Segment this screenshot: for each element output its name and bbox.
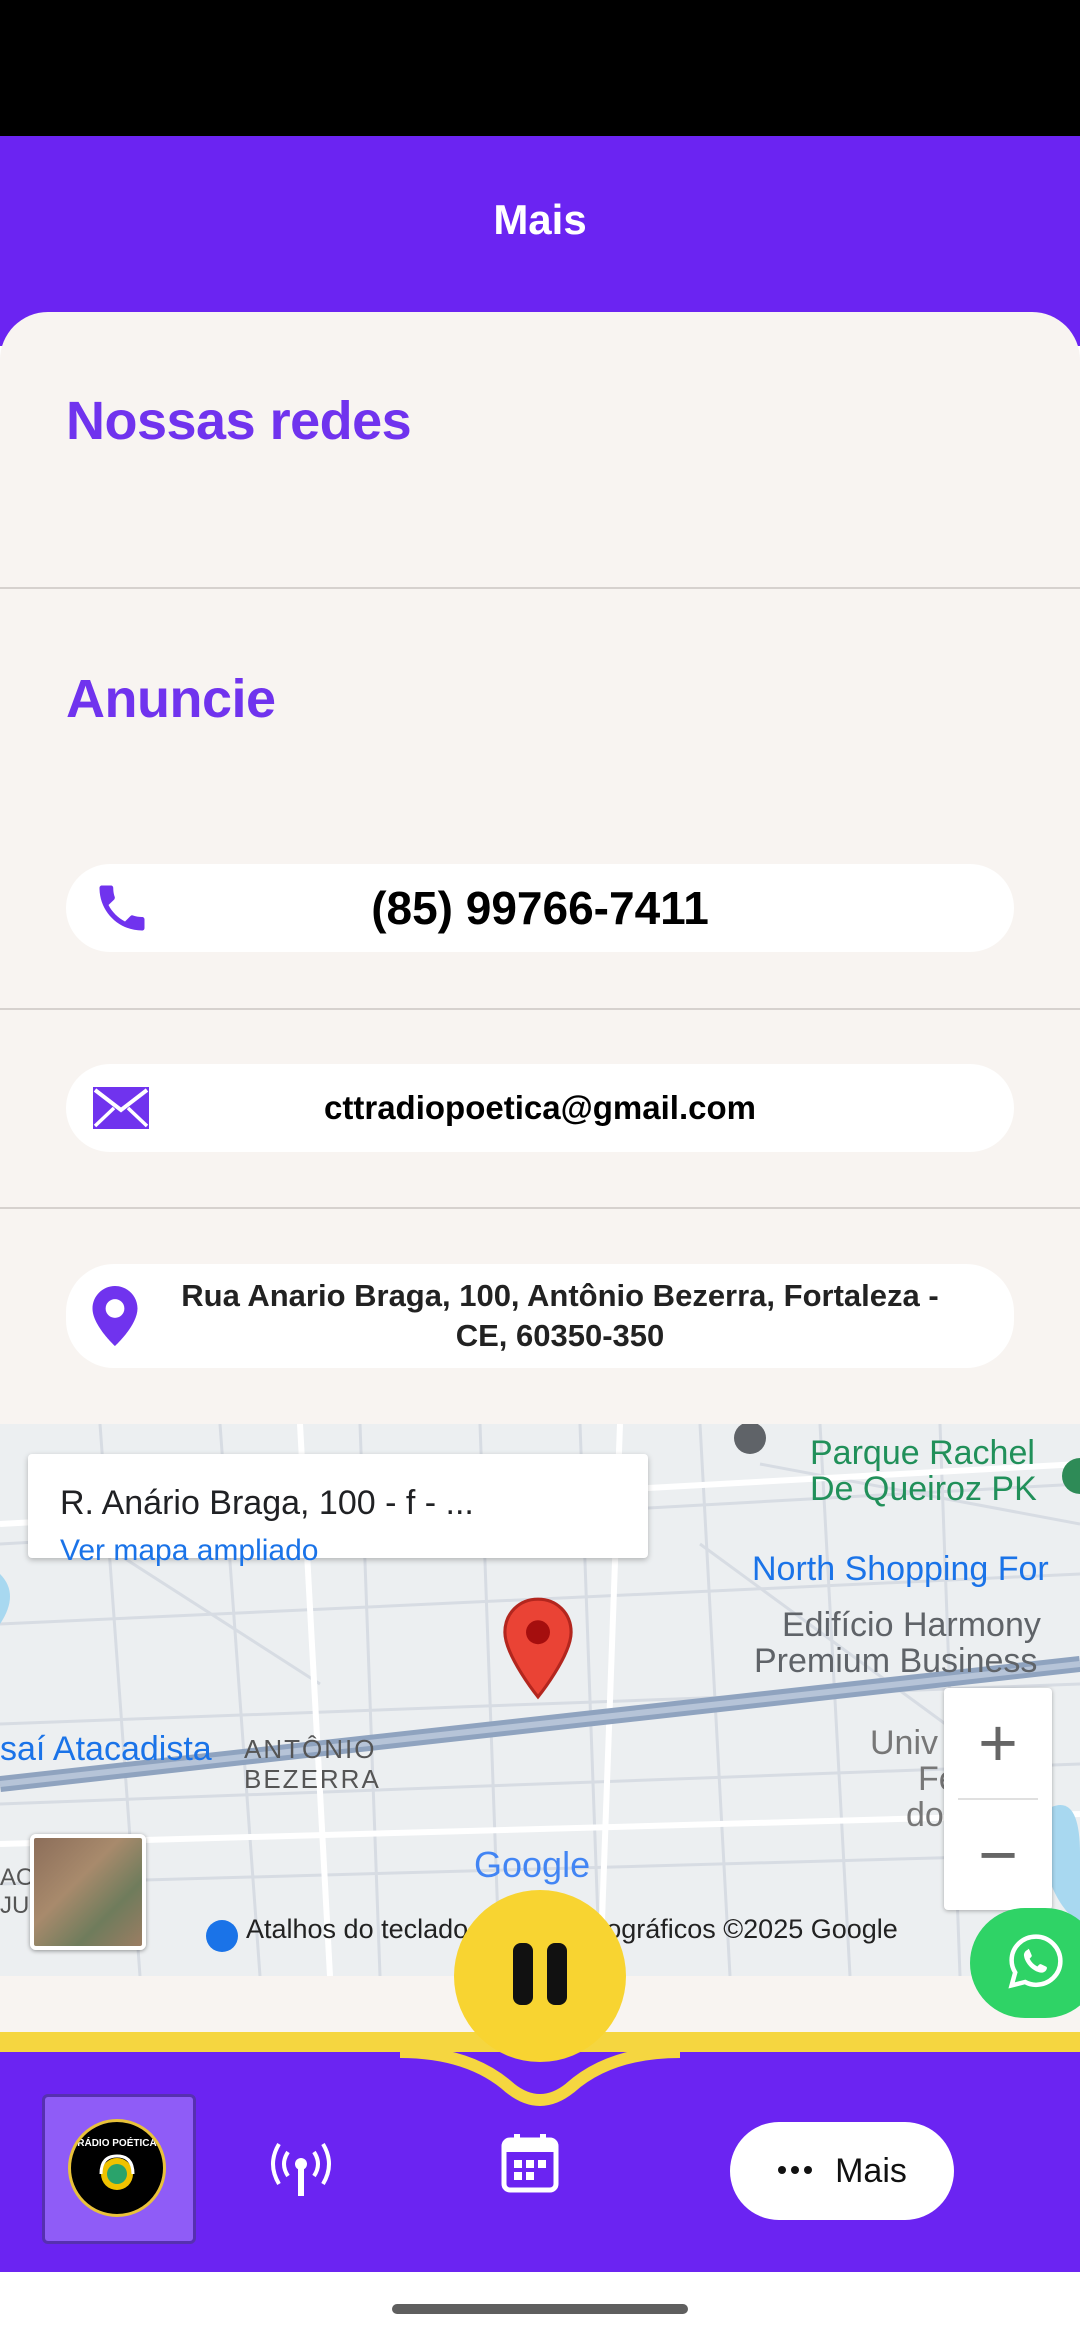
map-info-card: R. Anário Braga, 100 - f - ... Ver mapa … — [28, 1454, 648, 1567]
satellite-toggle[interactable] — [30, 1834, 146, 1950]
nav-item-home[interactable]: RÁDIO POÉTICA — [42, 2094, 196, 2244]
logo-text: RÁDIO POÉTICA — [77, 2136, 156, 2149]
bottom-navigation: RÁDIO POÉTICA Mais — [0, 2048, 1080, 2272]
phone-icon — [92, 878, 152, 938]
zoom-controls: + − — [944, 1688, 1052, 1910]
status-bar — [0, 0, 1080, 136]
phone-number: (85) 99766-7411 — [371, 882, 709, 934]
zoom-in-button[interactable]: + — [944, 1688, 1052, 1798]
map-label: Edifício Harmony — [782, 1606, 1041, 1644]
page-title: Mais — [493, 196, 587, 243]
nav-mais-label: Mais — [835, 2151, 907, 2190]
map-pin-icon — [500, 1596, 576, 1705]
pause-icon — [507, 1941, 573, 2012]
map-label: BEZERRA — [244, 1764, 381, 1794]
pause-button[interactable] — [454, 1890, 626, 2062]
map-label: Univ — [870, 1724, 939, 1762]
map-label: ANTÔNIO — [244, 1734, 377, 1764]
phone-button[interactable]: (85) 99766-7411 — [66, 864, 1014, 952]
location-pin-icon — [92, 1286, 138, 1346]
map-label: Premium Business — [754, 1642, 1038, 1680]
map-label: do — [906, 1796, 944, 1834]
google-logo: Google — [474, 1844, 591, 1885]
zoom-out-button[interactable]: − — [944, 1800, 1052, 1910]
whatsapp-icon — [1006, 1931, 1066, 1996]
email-button[interactable]: cttradiopoetica@gmail.com — [66, 1064, 1014, 1152]
email-address: cttradiopoetica@gmail.com — [324, 1089, 756, 1126]
radio-logo-icon: RÁDIO POÉTICA — [68, 2119, 166, 2217]
more-dots-icon — [777, 2162, 813, 2180]
mail-icon — [92, 1086, 150, 1130]
whatsapp-button[interactable] — [970, 1908, 1080, 2018]
map-card-title: R. Anário Braga, 100 - f - ... — [60, 1484, 474, 1522]
map-label: saí Atacadista — [0, 1730, 212, 1768]
map-label: North Shopping For — [752, 1550, 1049, 1588]
map-open-link[interactable]: Ver mapa ampliado — [60, 1534, 319, 1568]
nav-item-mais[interactable]: Mais — [730, 2122, 954, 2220]
map-label: De Queiroz PK — [810, 1470, 1037, 1508]
divider — [0, 1207, 1080, 1209]
content-card: Nossas redes Anuncie (85) 99766-7411 ctt… — [0, 312, 1080, 2052]
calendar-icon[interactable] — [500, 2132, 560, 2199]
divider — [0, 1008, 1080, 1010]
address-button[interactable]: Rua Anario Braga, 100, Antônio Bezerra, … — [66, 1264, 1014, 1368]
broadcast-icon[interactable] — [270, 2140, 332, 2203]
home-indicator[interactable] — [392, 2304, 688, 2314]
map-label: Parque Rachel — [810, 1434, 1035, 1472]
section-title-anuncie: Anuncie — [66, 669, 276, 729]
divider — [0, 587, 1080, 589]
section-title-redes: Nossas redes — [66, 391, 412, 451]
address-text: Rua Anario Braga, 100, Antônio Bezerra, … — [181, 1278, 939, 1353]
gesture-area — [0, 2272, 1080, 2340]
